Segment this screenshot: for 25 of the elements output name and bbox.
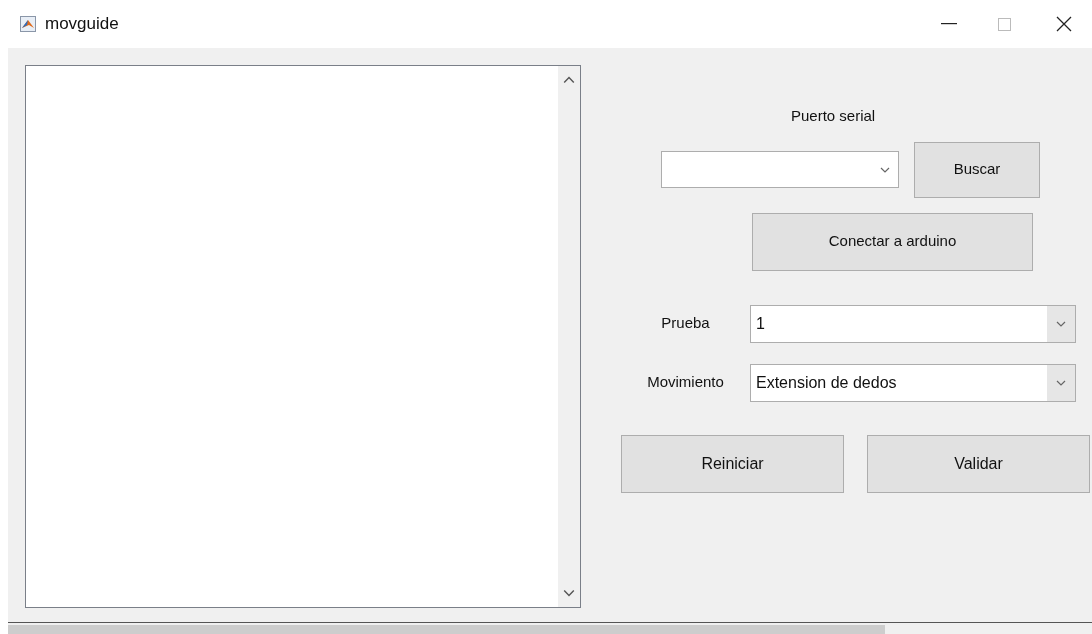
select-value: 1: [755, 313, 765, 334]
close-icon: [1056, 16, 1072, 32]
maximize-icon: [997, 17, 1011, 31]
dropdown-caret-icon: [880, 166, 890, 173]
serial-port-dropdown[interactable]: [661, 151, 899, 188]
field-label: Prueba: [661, 313, 710, 334]
action-button[interactable]: Validar: [867, 434, 1090, 493]
list-box[interactable]: [25, 65, 581, 608]
search-button[interactable]: Buscar: [914, 141, 1040, 198]
dropdown-caret-icon: [1056, 379, 1066, 386]
horizontal-scrollbar[interactable]: [8, 625, 885, 634]
app-logo-icon: [20, 16, 36, 32]
dropdown-caret-icon: [1056, 320, 1066, 327]
select-field[interactable]: Extension de dedos: [750, 363, 1076, 402]
select-field[interactable]: 1: [750, 304, 1076, 343]
scroll-down-icon: [563, 589, 575, 597]
field-label: Movimiento: [647, 372, 724, 393]
minimize-icon: [941, 23, 957, 25]
window-title: movguide: [45, 13, 119, 36]
scrollbar[interactable]: [558, 66, 580, 607]
scroll-up-icon: [563, 76, 575, 84]
select-value: Extension de dedos: [755, 372, 897, 393]
action-button[interactable]: Reiniciar: [621, 434, 844, 493]
connect-button[interactable]: Conectar a arduino: [752, 212, 1033, 271]
serial-port-label: Puerto serial: [791, 106, 877, 126]
